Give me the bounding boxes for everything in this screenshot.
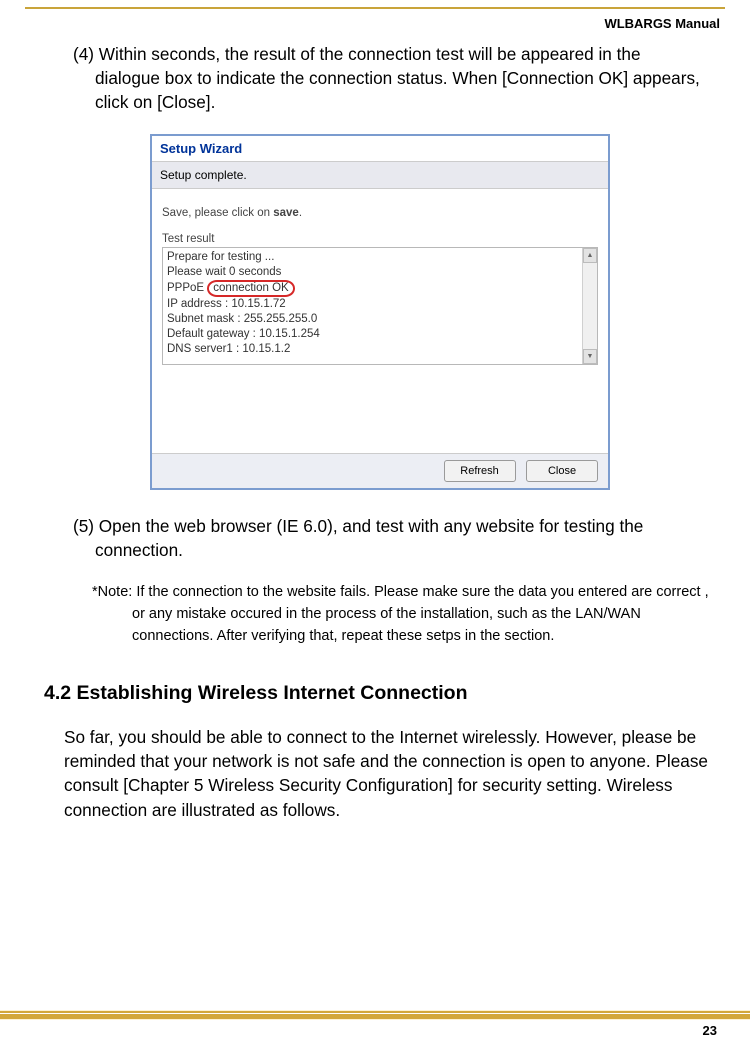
step-5-text: (5) Open the web browser (IE 6.0), and t… — [75, 514, 710, 562]
document-title: WLBARGS Manual — [604, 16, 720, 31]
dialog-title: Setup Wizard — [152, 136, 608, 162]
page-number: 23 — [703, 1023, 717, 1038]
result-line-0: Prepare for testing ... — [167, 250, 593, 265]
note-label: *Note: — [92, 584, 136, 600]
result-line-3: IP address : 10.15.1.72 — [167, 297, 593, 312]
result-line-5: Default gateway : 10.15.1.254 — [167, 327, 593, 342]
step-4-prefix: (4) — [73, 44, 99, 64]
dialog-subtitle: Setup complete. — [152, 162, 608, 189]
dialog-wrap: Setup Wizard Setup complete. Save, pleas… — [50, 134, 710, 490]
note-body: If the connection to the website fails. … — [132, 584, 709, 644]
test-result-content: Prepare for testing ... Please wait 0 se… — [163, 248, 597, 358]
test-result-box: Prepare for testing ... Please wait 0 se… — [162, 247, 598, 365]
step-4-text: (4) Within seconds, the result of the co… — [75, 42, 710, 114]
save-bold: save — [273, 207, 299, 219]
step-5-prefix: (5) — [73, 516, 99, 536]
save-instruction: Save, please click on save. — [162, 207, 598, 219]
top-rule — [25, 7, 725, 9]
dialog-footer: Refresh Close — [152, 453, 608, 488]
setup-wizard-dialog: Setup Wizard Setup complete. Save, pleas… — [150, 134, 610, 490]
dialog-body: Save, please click on save. Test result … — [152, 189, 608, 453]
close-button[interactable]: Close — [526, 460, 598, 482]
page-content: (4) Within seconds, the result of the co… — [50, 42, 710, 822]
result-line-2: PPPoE connection OK — [167, 280, 593, 297]
result-line-6: DNS server1 : 10.15.1.2 — [167, 342, 593, 357]
scroll-down-icon[interactable]: ▼ — [583, 349, 597, 364]
section-4-2-body: So far, you should be able to connect to… — [50, 725, 710, 823]
note-text: *Note: If the connection to the website … — [50, 582, 710, 647]
section-4-2-heading: 4.2 Establishing Wireless Internet Conne… — [44, 682, 710, 705]
refresh-button[interactable]: Refresh — [444, 460, 516, 482]
result-line-1: Please wait 0 seconds — [167, 265, 593, 280]
footer-bar — [0, 1010, 750, 1020]
scroll-up-icon[interactable]: ▲ — [583, 248, 597, 263]
connection-ok-highlight: connection OK — [207, 280, 294, 297]
result-line-2-prefix: PPPoE — [167, 282, 207, 294]
save-prefix: Save, please click on — [162, 207, 273, 219]
step-4-body: Within seconds, the result of the connec… — [95, 44, 700, 112]
save-suffix: . — [299, 207, 302, 219]
result-line-4: Subnet mask : 255.255.255.0 — [167, 312, 593, 327]
result-scrollbar[interactable]: ▲ ▼ — [582, 248, 597, 364]
test-result-label: Test result — [162, 233, 598, 245]
step-5-body: Open the web browser (IE 6.0), and test … — [95, 516, 643, 560]
